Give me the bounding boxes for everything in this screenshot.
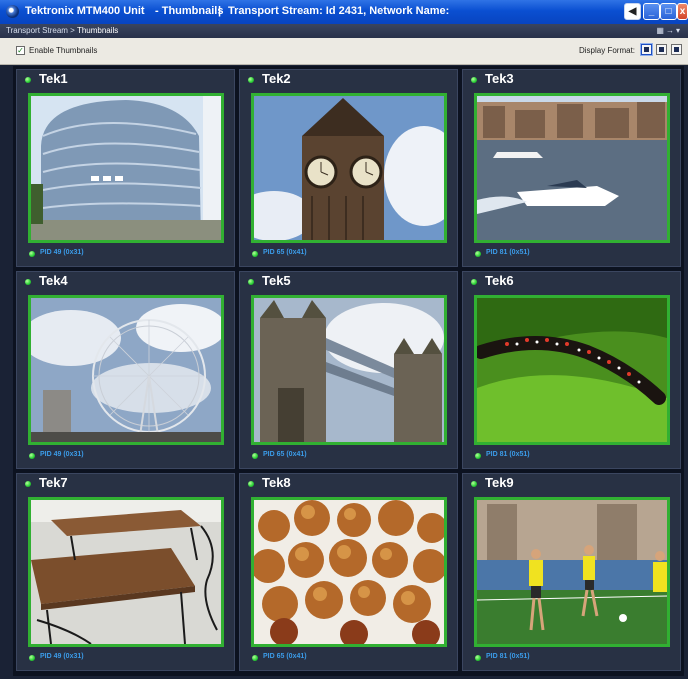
- thumbnail-image-clock-tower[interactable]: [251, 93, 447, 243]
- display-format-large-button[interactable]: [671, 44, 682, 55]
- maximize-button[interactable]: □: [660, 3, 677, 20]
- pid-status-icon: [475, 655, 481, 661]
- pid-label: PID 65 (0x41): [263, 653, 307, 660]
- display-format-label: Display Format:: [579, 46, 636, 55]
- tile-name: Tek6: [485, 273, 514, 288]
- thumbnail-image-caterpillar-on-leaf[interactable]: [474, 295, 670, 445]
- pid-label: PID 65 (0x41): [263, 249, 307, 256]
- breadcrumb-parent[interactable]: Transport Stream: [6, 26, 68, 35]
- enable-thumbnails-checkbox[interactable]: ✓: [16, 46, 25, 55]
- pid-label: PID 81 (0x51): [486, 249, 530, 256]
- thumbnail-grid: Tek1 PID 49 (0x31) Tek2 PID 65 (0x41) Te…: [13, 66, 684, 676]
- minimize-button[interactable]: _: [643, 3, 660, 20]
- breadcrumb-separator: >: [67, 26, 77, 35]
- pid-label: PID 65 (0x41): [263, 451, 307, 458]
- pid-label: PID 49 (0x31): [40, 249, 84, 256]
- thumbnail-tile[interactable]: Tek9 PID 81 (0x51): [462, 473, 681, 671]
- thumbnail-tile[interactable]: Tek6 PID 81 (0x51): [462, 271, 681, 469]
- status-led-icon: [25, 279, 31, 285]
- pid-status-icon: [475, 251, 481, 257]
- status-led-icon: [471, 279, 477, 285]
- close-button[interactable]: x: [677, 3, 688, 20]
- thumbnail-image-ferris-wheel[interactable]: [28, 295, 224, 445]
- tile-name: Tek4: [39, 273, 68, 288]
- view-name: - Thumbnails: [155, 5, 224, 17]
- thumbnail-image-soccer-players[interactable]: [474, 497, 670, 647]
- display-format-small-button[interactable]: [641, 44, 652, 55]
- thumbnail-image-speedboats-on-river[interactable]: [474, 93, 670, 243]
- thumbnail-image-modern-glass-building[interactable]: [28, 93, 224, 243]
- tile-name: Tek3: [485, 71, 514, 86]
- thumbnail-tile[interactable]: Tek5 PID 65 (0x41): [239, 271, 458, 469]
- thumbnail-tile[interactable]: Tek8 PID 65 (0x41): [239, 473, 458, 671]
- pid-status-icon: [29, 655, 35, 661]
- tile-name: Tek9: [485, 475, 514, 490]
- breadcrumb-current: Thumbnails: [76, 26, 119, 35]
- pid-status-icon: [475, 453, 481, 459]
- pid-label: PID 49 (0x31): [40, 451, 84, 458]
- toolbar: ✓ Enable Thumbnails Display Format:: [0, 38, 688, 65]
- thumbnail-tile[interactable]: Tek3 PID 81 (0x51): [462, 69, 681, 267]
- view-options-icon[interactable]: ▦→▾: [656, 26, 682, 35]
- app-icon[interactable]: [6, 5, 19, 18]
- pid-status-icon: [252, 251, 258, 257]
- tile-name: Tek2: [262, 71, 291, 86]
- status-led-icon: [25, 481, 31, 487]
- tile-name: Tek1: [39, 71, 68, 86]
- enable-thumbnails-label[interactable]: Enable Thumbnails: [29, 46, 97, 55]
- status-led-icon: [248, 77, 254, 83]
- thumbnail-tile[interactable]: Tek4 PID 49 (0x31): [16, 271, 235, 469]
- tile-name: Tek7: [39, 475, 68, 490]
- app-title: Tektronix MTM400 Unit: [25, 5, 145, 17]
- thumbnail-tile[interactable]: Tek7 PID 49 (0x31): [16, 473, 235, 671]
- tile-name: Tek5: [262, 273, 291, 288]
- thumbnail-image-tower-bridge[interactable]: [251, 295, 447, 445]
- thumbnail-image-fried-food[interactable]: [251, 497, 447, 647]
- breadcrumb: Transport Stream > Thumbnails ▦→▾: [0, 24, 688, 38]
- status-led-icon: [248, 481, 254, 487]
- status-led-icon: [471, 481, 477, 487]
- stream-info: Transport Stream: Id 2431, Network Name:: [228, 5, 450, 17]
- pid-status-icon: [29, 453, 35, 459]
- pid-status-icon: [29, 251, 35, 257]
- title-bar[interactable]: Tektronix MTM400 Unit - Thumbnails | Tra…: [0, 0, 688, 24]
- mtm400-window: Tektronix MTM400 Unit - Thumbnails | Tra…: [0, 0, 688, 679]
- title-separator: |: [218, 5, 222, 17]
- status-led-icon: [471, 77, 477, 83]
- thumbnail-image-wooden-tables[interactable]: [28, 497, 224, 647]
- status-led-icon: [248, 279, 254, 285]
- status-led-icon: [25, 77, 31, 83]
- pid-label: PID 81 (0x51): [486, 653, 530, 660]
- display-format-medium-button[interactable]: [656, 44, 667, 55]
- pid-status-icon: [252, 655, 258, 661]
- pid-status-icon: [252, 453, 258, 459]
- thumbnail-tile[interactable]: Tek1 PID 49 (0x31): [16, 69, 235, 267]
- back-arrow-icon[interactable]: ◀: [624, 3, 641, 20]
- tile-name: Tek8: [262, 475, 291, 490]
- pid-label: PID 81 (0x51): [486, 451, 530, 458]
- thumbnail-tile[interactable]: Tek2 PID 65 (0x41): [239, 69, 458, 267]
- pid-label: PID 49 (0x31): [40, 653, 84, 660]
